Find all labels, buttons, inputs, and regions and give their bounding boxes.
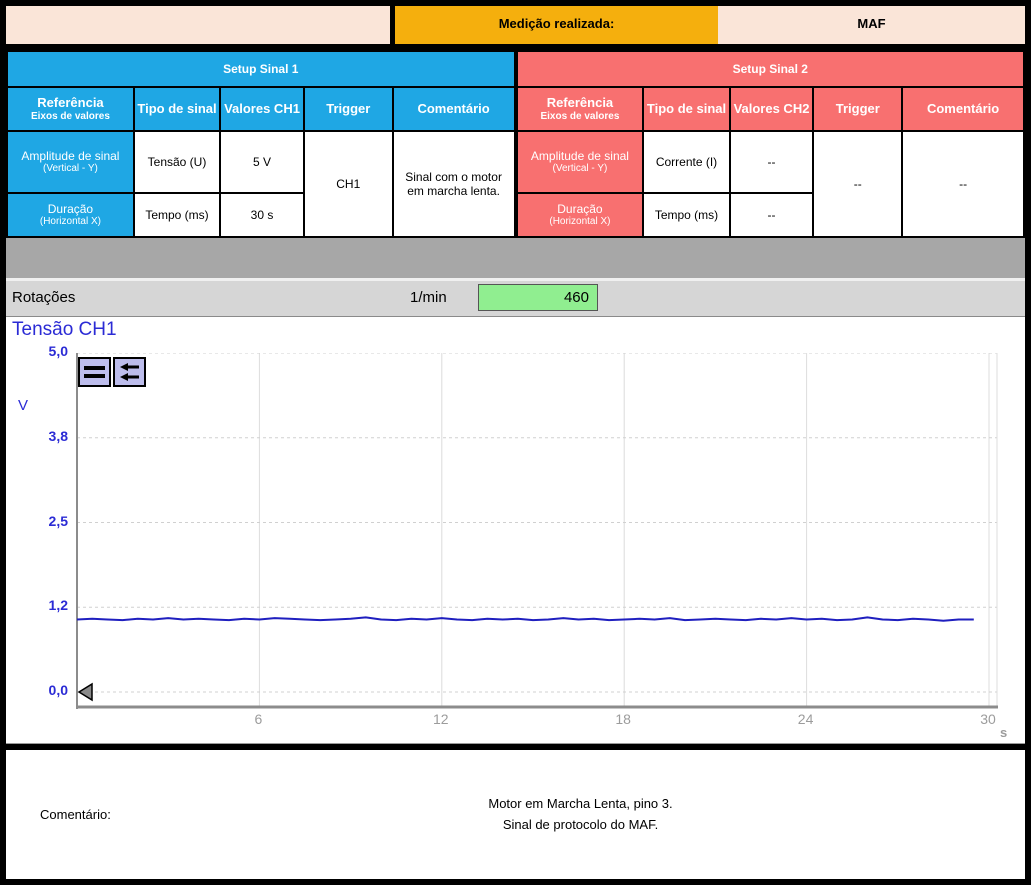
setup2-row1-referencia: Amplitude de sinal (Vertical - Y) bbox=[517, 131, 644, 193]
setup1-row1-referencia: Amplitude de sinal (Vertical - Y) bbox=[7, 131, 134, 193]
setup1-header-valores: Valores CH1 bbox=[220, 87, 304, 131]
y-tick-label: 0,0 bbox=[6, 682, 68, 698]
rotations-label: Rotações bbox=[12, 289, 75, 306]
setup2-row2-valor: -- bbox=[730, 193, 814, 237]
comment-text: Motor em Marcha Lenta, pino 3. Sinal de … bbox=[136, 794, 1025, 834]
setup2-row2-tipo: Tempo (ms) bbox=[643, 193, 729, 237]
top-banner: Medição realizada: MAF bbox=[6, 6, 1025, 44]
horizontal-lines-icon bbox=[83, 362, 107, 382]
setup2-header-tipo: Tipo de sinal bbox=[643, 87, 729, 131]
setup-signal-1-table: Setup Sinal 1 Referência Eixos de valore… bbox=[6, 50, 516, 238]
cursor-lines-button[interactable] bbox=[78, 357, 111, 387]
x-tick-label: 6 bbox=[238, 711, 278, 727]
setup1-row2-tipo: Tempo (ms) bbox=[134, 193, 220, 237]
banner-spacer bbox=[6, 6, 390, 44]
setup1-row1-valor: 5 V bbox=[220, 131, 304, 193]
chart-title: Tensão CH1 bbox=[12, 319, 117, 341]
comment-section: Comentário: Motor em Marcha Lenta, pino … bbox=[6, 750, 1025, 879]
x-axis-unit-label: s bbox=[1000, 725, 1007, 740]
rotations-value-readout: 460 bbox=[478, 284, 598, 311]
setup-tables: Setup Sinal 1 Referência Eixos de valore… bbox=[6, 50, 1025, 236]
comment-line-1: Motor em Marcha Lenta, pino 3. bbox=[136, 794, 1025, 814]
x-tick-label: 12 bbox=[421, 711, 461, 727]
setup-signal-2-table: Setup Sinal 2 Referência Eixos de valore… bbox=[516, 50, 1026, 238]
setup2-row2-referencia: Duração (Horizontal X) bbox=[517, 193, 644, 237]
setup1-row2-referencia: Duração (Horizontal X) bbox=[7, 193, 134, 237]
setup2-row1-tipo: Corrente (I) bbox=[643, 131, 729, 193]
setup1-header-trigger: Trigger bbox=[304, 87, 393, 131]
setup2-row1-valor: -- bbox=[730, 131, 814, 193]
signal-trace bbox=[77, 617, 974, 620]
measurement-report-page: Medição realizada: MAF Setup Sinal 1 Ref… bbox=[0, 0, 1031, 885]
setup1-title: Setup Sinal 1 bbox=[7, 51, 515, 87]
x-tick-label: 24 bbox=[786, 711, 826, 727]
setup2-header-referencia: Referência Eixos de valores bbox=[517, 87, 644, 131]
measurement-value: MAF bbox=[718, 6, 1025, 44]
setup1-trigger-value: CH1 bbox=[304, 131, 393, 237]
y-tick-label: 3,8 bbox=[6, 428, 68, 444]
setup1-header-referencia: Referência Eixos de valores bbox=[7, 87, 134, 131]
y-tick-label: 1,2 bbox=[6, 597, 68, 613]
setup2-header-valores: Valores CH2 bbox=[730, 87, 814, 131]
trigger-level-marker[interactable] bbox=[79, 684, 92, 700]
setup1-row2-valor: 30 s bbox=[220, 193, 304, 237]
rotations-bar: Rotações 1/min 460 bbox=[6, 278, 1025, 316]
comment-label: Comentário: bbox=[6, 807, 136, 822]
setup1-header-tipo: Tipo de sinal bbox=[134, 87, 220, 131]
y-tick-label: 2,5 bbox=[6, 513, 68, 529]
comment-line-2: Sinal de protocolo do MAF. bbox=[136, 815, 1025, 835]
y-tick-label: 5,0 bbox=[6, 343, 68, 359]
left-arrows-icon bbox=[118, 362, 142, 382]
setup2-header-trigger: Trigger bbox=[813, 87, 902, 131]
setup2-header-comentario: Comentário bbox=[902, 87, 1024, 131]
setup1-comment-value: Sinal com o motor em marcha lenta. bbox=[393, 131, 515, 237]
rotations-unit: 1/min bbox=[410, 289, 447, 306]
y-axis-unit-label: V bbox=[18, 397, 28, 414]
setup1-row1-tipo: Tensão (U) bbox=[134, 131, 220, 193]
x-tick-label: 18 bbox=[603, 711, 643, 727]
setup2-trigger-value: -- bbox=[813, 131, 902, 237]
measurement-label: Medição realizada: bbox=[390, 6, 718, 44]
oscilloscope-plot bbox=[76, 353, 998, 709]
move-cursors-button[interactable] bbox=[113, 357, 146, 387]
toolbar-band bbox=[6, 236, 1025, 278]
setup1-header-comentario: Comentário bbox=[393, 87, 515, 131]
setup2-title: Setup Sinal 2 bbox=[517, 51, 1025, 87]
chart-panel: Tensão CH1 V 5,03,82,51,20,0612182430s bbox=[6, 316, 1025, 744]
plot-toolbar bbox=[78, 357, 146, 387]
setup2-comment-value: -- bbox=[902, 131, 1024, 237]
